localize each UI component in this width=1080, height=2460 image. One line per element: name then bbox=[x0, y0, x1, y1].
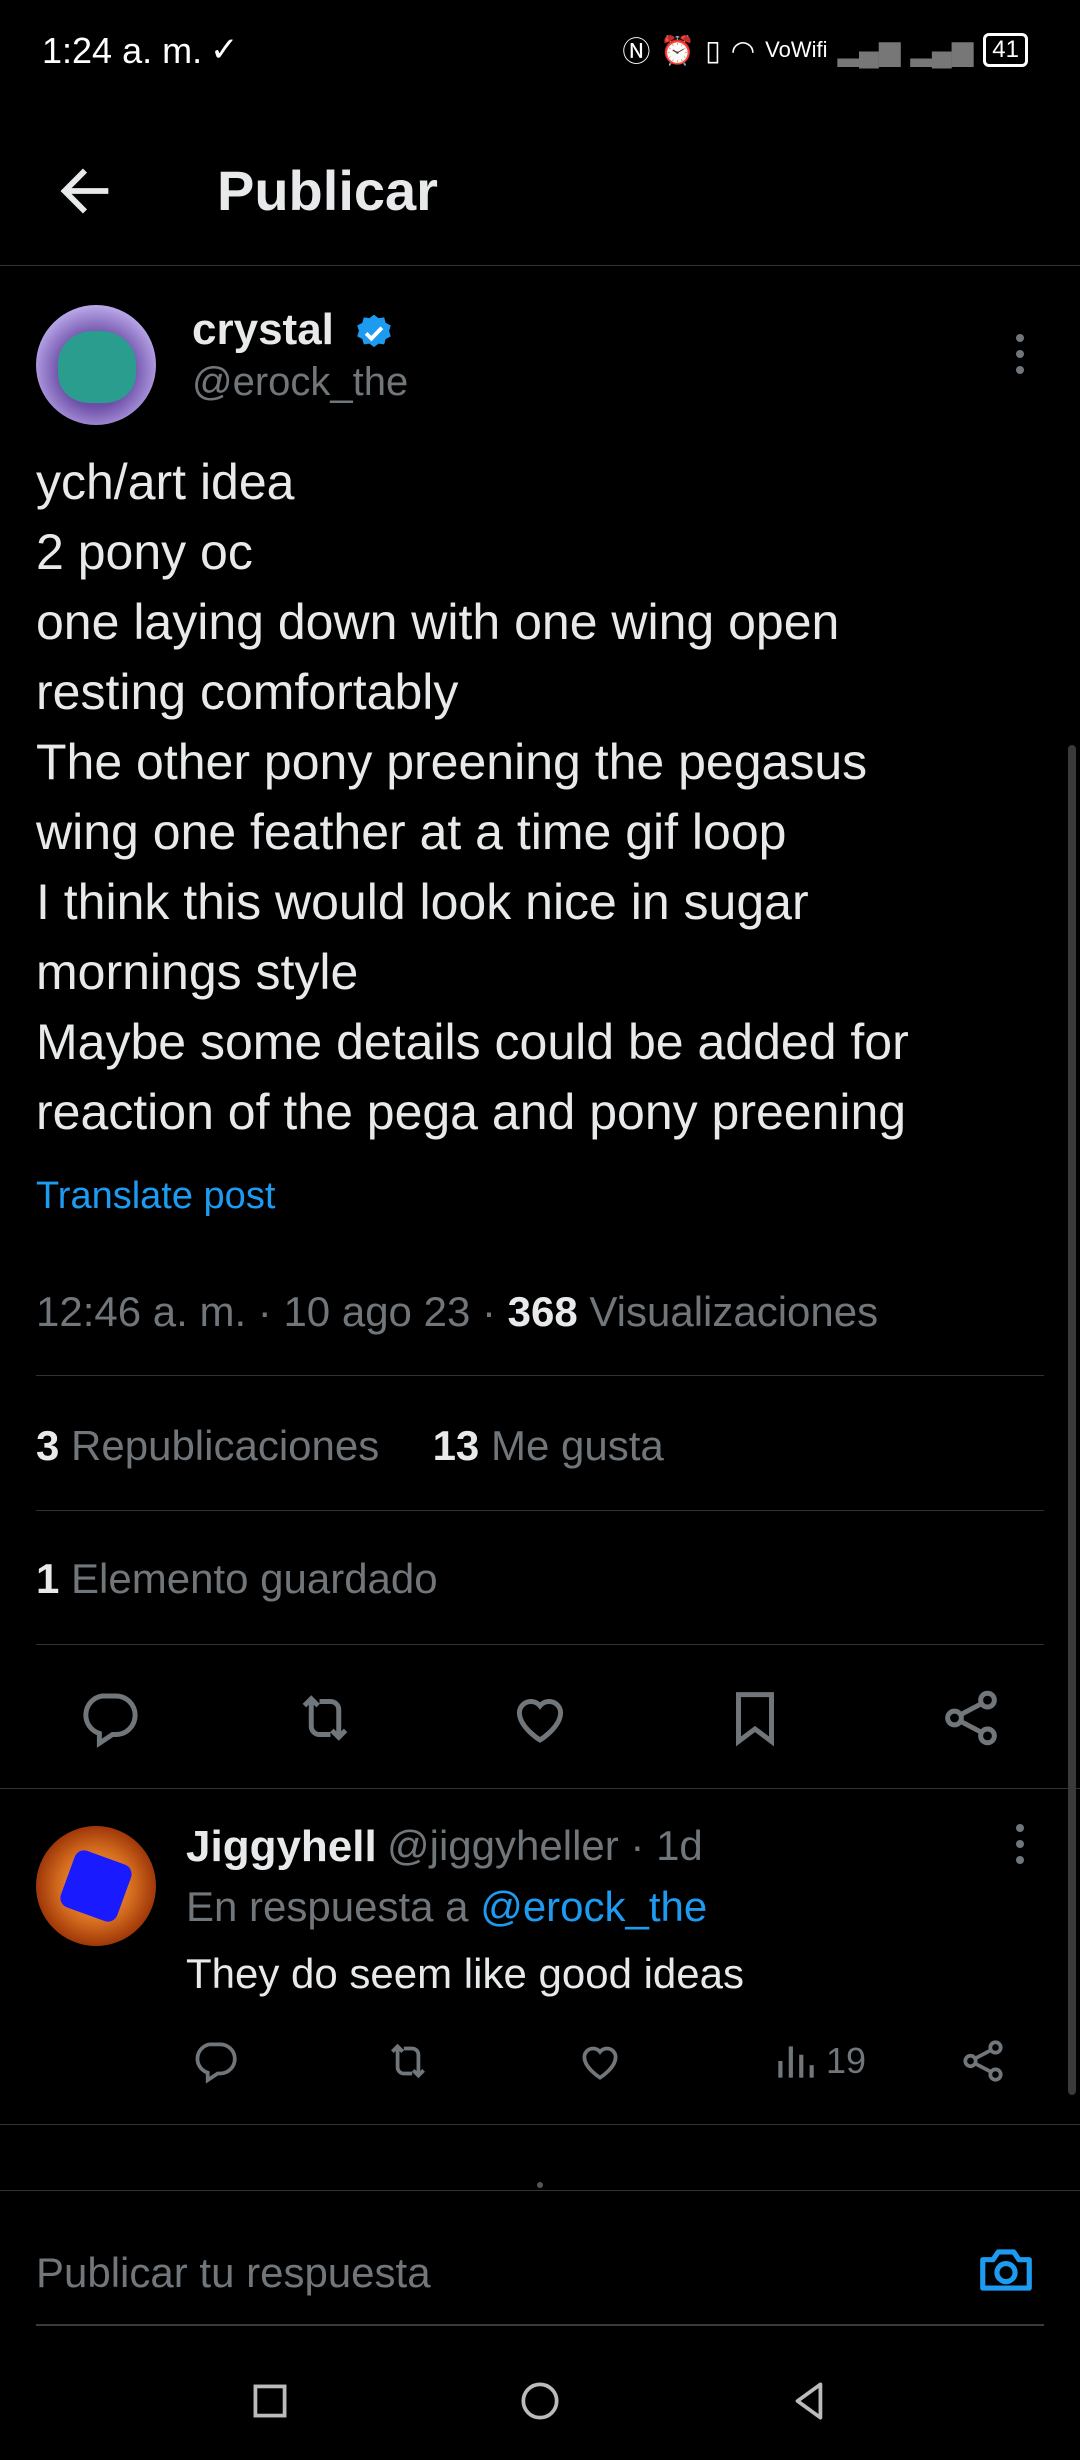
post-text-line: Maybe some details could be added for bbox=[36, 1014, 909, 1070]
author-name[interactable]: crystal bbox=[192, 305, 334, 355]
reply-composer bbox=[0, 2190, 1080, 2331]
divider bbox=[0, 2124, 1080, 2125]
post-text-line: reaction of the pega and pony preening bbox=[36, 1084, 907, 1140]
vibrate-icon: ▯ bbox=[705, 34, 721, 66]
nfc-icon: Ⓝ bbox=[622, 36, 651, 67]
reply-handle-time[interactable]: @jiggyheller · 1d bbox=[387, 1822, 703, 1870]
back-nav-icon[interactable] bbox=[785, 2376, 835, 2426]
post-date: 10 ago 23 bbox=[283, 1288, 471, 1335]
reply-views[interactable]: 19 bbox=[770, 2036, 866, 2086]
likes-count: 13 bbox=[432, 1422, 480, 1469]
views-label: Visualizaciones bbox=[589, 1288, 879, 1335]
post-text: ych/art idea 2 pony oc one laying down w… bbox=[36, 447, 1046, 1147]
signal-icon: ▂▄▆ bbox=[837, 34, 901, 66]
views-count: 368 bbox=[507, 1288, 578, 1335]
reposts-label: Republicaciones bbox=[71, 1422, 380, 1469]
alarm-icon: ⏰ bbox=[660, 34, 696, 66]
divider bbox=[0, 1788, 1080, 1789]
more-vertical-icon[interactable] bbox=[1010, 1822, 1030, 1866]
post-text-line: ych/art idea bbox=[36, 454, 295, 510]
reply-like-icon[interactable] bbox=[575, 2036, 625, 2086]
reposts-count: 3 bbox=[36, 1422, 60, 1469]
engagement-stats: 3 Republicaciones 13 Me gusta bbox=[36, 1422, 664, 1470]
more-vertical-icon[interactable] bbox=[1010, 332, 1030, 376]
like-icon[interactable] bbox=[507, 1685, 573, 1751]
camera-icon[interactable] bbox=[975, 2239, 1037, 2301]
bookmarks-stat[interactable]: 1 Elemento guardado bbox=[36, 1555, 438, 1603]
reply-text: They do seem like good ideas bbox=[186, 1950, 744, 1997]
reply-author-name[interactable]: Jiggyhell bbox=[186, 1822, 377, 1872]
translate-post-link[interactable]: Translate post bbox=[36, 1175, 275, 1218]
top-app-bar: Publicar bbox=[0, 120, 1080, 266]
divider bbox=[36, 1375, 1044, 1376]
repost-icon[interactable] bbox=[292, 1685, 358, 1751]
signal-icon-2: ▂▄▆ bbox=[910, 34, 974, 66]
post-text-line: wing one feather at a time gif loop bbox=[36, 804, 787, 860]
bookmark-icon[interactable] bbox=[722, 1685, 788, 1751]
reposts-stat[interactable]: 3 Republicaciones bbox=[36, 1422, 379, 1469]
replying-to: En respuesta a @erock_the bbox=[186, 1883, 707, 1931]
status-time: 1:24 a. m. bbox=[42, 30, 203, 71]
status-bar: 1:24 a. m. ✓ Ⓝ ⏰ ▯ ◠ VoWifi ▂▄▆ ▂▄▆ 41 bbox=[0, 0, 1080, 100]
wifi-icon: ◠ bbox=[730, 34, 756, 66]
share-icon[interactable] bbox=[938, 1685, 1004, 1751]
page-title: Publicar bbox=[217, 159, 438, 222]
replying-to-label: En respuesta a bbox=[186, 1883, 469, 1930]
reply-repost-icon[interactable] bbox=[383, 2036, 433, 2086]
bookmarks-label: Elemento guardado bbox=[71, 1555, 438, 1602]
post-text-line: resting comfortably bbox=[36, 664, 459, 720]
status-icons: Ⓝ ⏰ ▯ ◠ VoWifi ▂▄▆ ▂▄▆ 41 bbox=[622, 30, 1028, 70]
post-text-line: mornings style bbox=[36, 944, 359, 1000]
verified-badge-icon bbox=[353, 312, 395, 354]
scrollbar[interactable] bbox=[1068, 745, 1076, 2095]
avatar-image bbox=[58, 331, 136, 403]
composer-underline bbox=[36, 2324, 1044, 2326]
bookmarks-count: 1 bbox=[36, 1555, 60, 1602]
post-text-line: one laying down with one wing open bbox=[36, 594, 840, 650]
drag-handle-dot bbox=[537, 2182, 543, 2188]
likes-label: Me gusta bbox=[490, 1422, 664, 1469]
post-metadata: 12:46 a. m. · 10 ago 23 · 368 Visualizac… bbox=[36, 1288, 879, 1335]
views-icon bbox=[778, 2046, 814, 2078]
avatar-image bbox=[57, 1847, 135, 1925]
post-text-line: I think this would look nice in sugar bbox=[36, 874, 809, 930]
reply-reply-icon[interactable] bbox=[190, 2036, 240, 2086]
vowifi-label: VoWifi bbox=[765, 37, 828, 62]
battery-icon: 41 bbox=[983, 33, 1028, 67]
home-icon[interactable] bbox=[515, 2376, 565, 2426]
reply-views-count: 19 bbox=[826, 2040, 867, 2081]
download-check-icon: ✓ bbox=[210, 31, 239, 69]
post-text-line: The other pony preening the pegasus bbox=[36, 734, 868, 790]
reply-icon[interactable] bbox=[76, 1685, 142, 1751]
post-text-line: 2 pony oc bbox=[36, 524, 253, 580]
author-avatar[interactable] bbox=[36, 305, 156, 425]
author-handle[interactable]: @erock_the bbox=[192, 360, 408, 405]
recent-apps-icon[interactable] bbox=[245, 2376, 295, 2426]
reply-avatar[interactable] bbox=[36, 1826, 156, 1946]
likes-stat[interactable]: 13 Me gusta bbox=[433, 1422, 664, 1469]
divider bbox=[36, 1510, 1044, 1511]
back-arrow-icon[interactable] bbox=[50, 156, 120, 226]
reply-share-icon[interactable] bbox=[958, 2036, 1008, 2086]
system-nav-bar bbox=[0, 2336, 1080, 2460]
post-time: 12:46 a. m. bbox=[36, 1288, 247, 1335]
divider bbox=[36, 1644, 1044, 1645]
replying-to-handle-link[interactable]: @erock_the bbox=[480, 1883, 707, 1930]
reply-input[interactable] bbox=[36, 2249, 936, 2297]
